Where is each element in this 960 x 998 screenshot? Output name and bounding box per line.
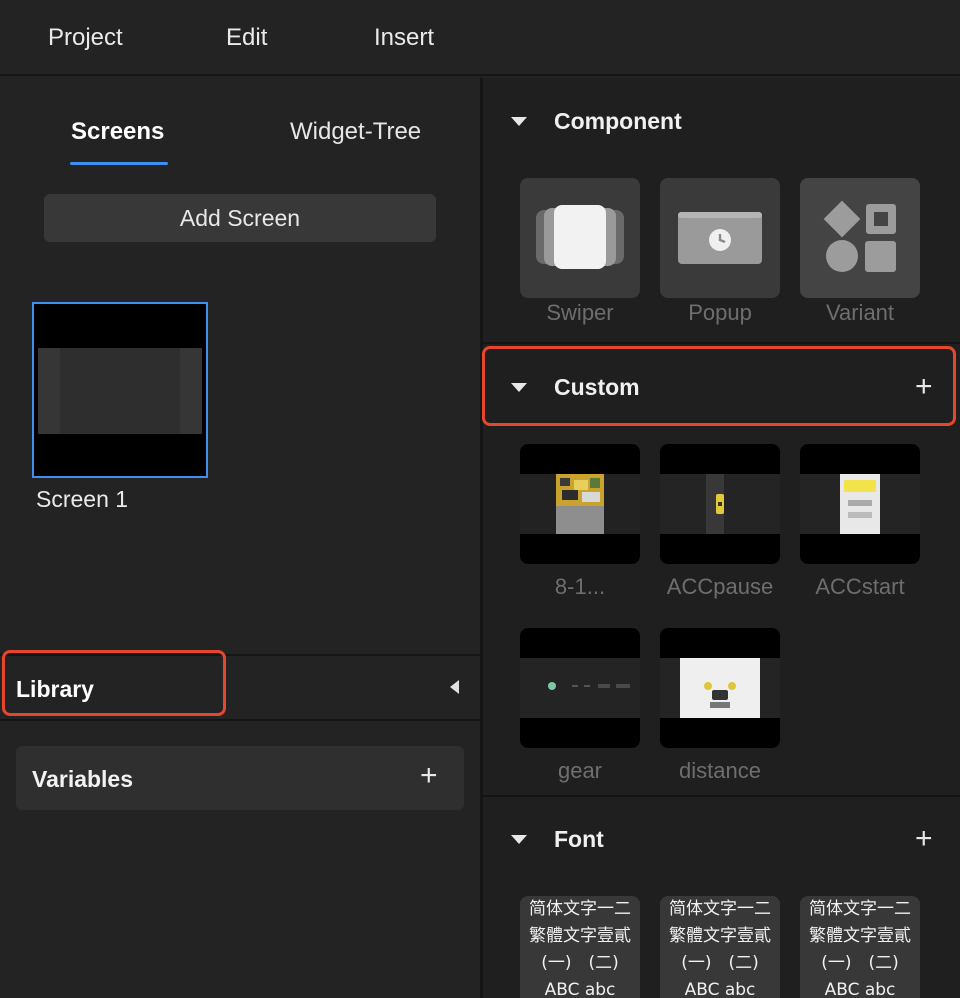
font-title: Font: [554, 826, 604, 852]
divider: [483, 342, 960, 344]
custom-item-label: ACCpause: [666, 574, 774, 599]
menu-edit[interactable]: Edit: [226, 24, 267, 52]
font-section-header[interactable]: Font +: [483, 810, 960, 868]
custom-title: Custom: [554, 374, 640, 400]
tab-widget-tree[interactable]: Widget-Tree: [290, 118, 421, 146]
custom-item-label: gear: [557, 758, 603, 783]
menu-bar: Project Edit Insert: [0, 0, 960, 76]
custom-item-thumbnail[interactable]: [660, 628, 780, 748]
component-title: Component: [554, 108, 682, 134]
custom-item-thumbnail[interactable]: [800, 444, 920, 564]
add-screen-button[interactable]: Add Screen: [44, 194, 436, 242]
divider: [0, 719, 480, 721]
expand-triangle-icon[interactable]: [511, 835, 527, 844]
divider: [483, 795, 960, 797]
active-tab-indicator: [70, 162, 168, 165]
variables-row[interactable]: Variables +: [16, 746, 464, 810]
collapse-caret-icon[interactable]: [450, 680, 459, 694]
add-custom-icon[interactable]: +: [915, 372, 933, 402]
add-variable-icon[interactable]: +: [420, 761, 438, 791]
custom-item-thumbnail[interactable]: [520, 444, 640, 564]
expand-triangle-icon[interactable]: [511, 117, 527, 126]
component-label: Popup: [688, 300, 752, 325]
custom-item-thumbnail[interactable]: [660, 444, 780, 564]
expand-triangle-icon[interactable]: [511, 383, 527, 392]
component-section-header[interactable]: Component: [483, 92, 960, 150]
variant-shapes-icon: [823, 200, 896, 272]
font-sample-tile[interactable]: 简体文字一二 繁體文字壹貳 (一) (二) ABC abc: [520, 896, 640, 998]
menu-project[interactable]: Project: [48, 24, 123, 52]
component-popup[interactable]: [660, 178, 780, 298]
variables-label: Variables: [32, 766, 134, 792]
custom-item-label: 8-1...: [554, 574, 606, 599]
component-label: Variant: [825, 300, 895, 325]
custom-item-label: ACCstart: [815, 574, 905, 599]
menu-insert[interactable]: Insert: [374, 24, 434, 52]
tab-screens[interactable]: Screens: [71, 118, 164, 146]
right-panel: Component Swiper Popup Variant Custom + …: [483, 78, 960, 998]
component-swiper[interactable]: [520, 178, 640, 298]
left-panel: Screens Widget-Tree Add Screen Screen 1 …: [0, 78, 480, 998]
custom-section-header[interactable]: Custom +: [483, 358, 960, 416]
component-variant[interactable]: [800, 178, 920, 298]
library-header[interactable]: Library: [0, 656, 480, 718]
screen-preview: [38, 348, 202, 434]
font-sample-tile[interactable]: 简体文字一二 繁體文字壹貳 (一) (二) ABC abc: [800, 896, 920, 998]
custom-item-thumbnail[interactable]: [520, 628, 640, 748]
component-label: Swiper: [546, 300, 614, 325]
add-font-icon[interactable]: +: [915, 824, 933, 854]
screen-thumbnail[interactable]: [32, 302, 208, 478]
swiper-icon: [536, 205, 624, 269]
popup-icon: [678, 212, 762, 264]
screen-name: Screen 1: [36, 486, 129, 512]
font-sample-tile[interactable]: 简体文字一二 繁體文字壹貳 (一) (二) ABC abc: [660, 896, 780, 998]
custom-item-label: distance: [679, 758, 761, 783]
library-title: Library: [16, 676, 94, 702]
